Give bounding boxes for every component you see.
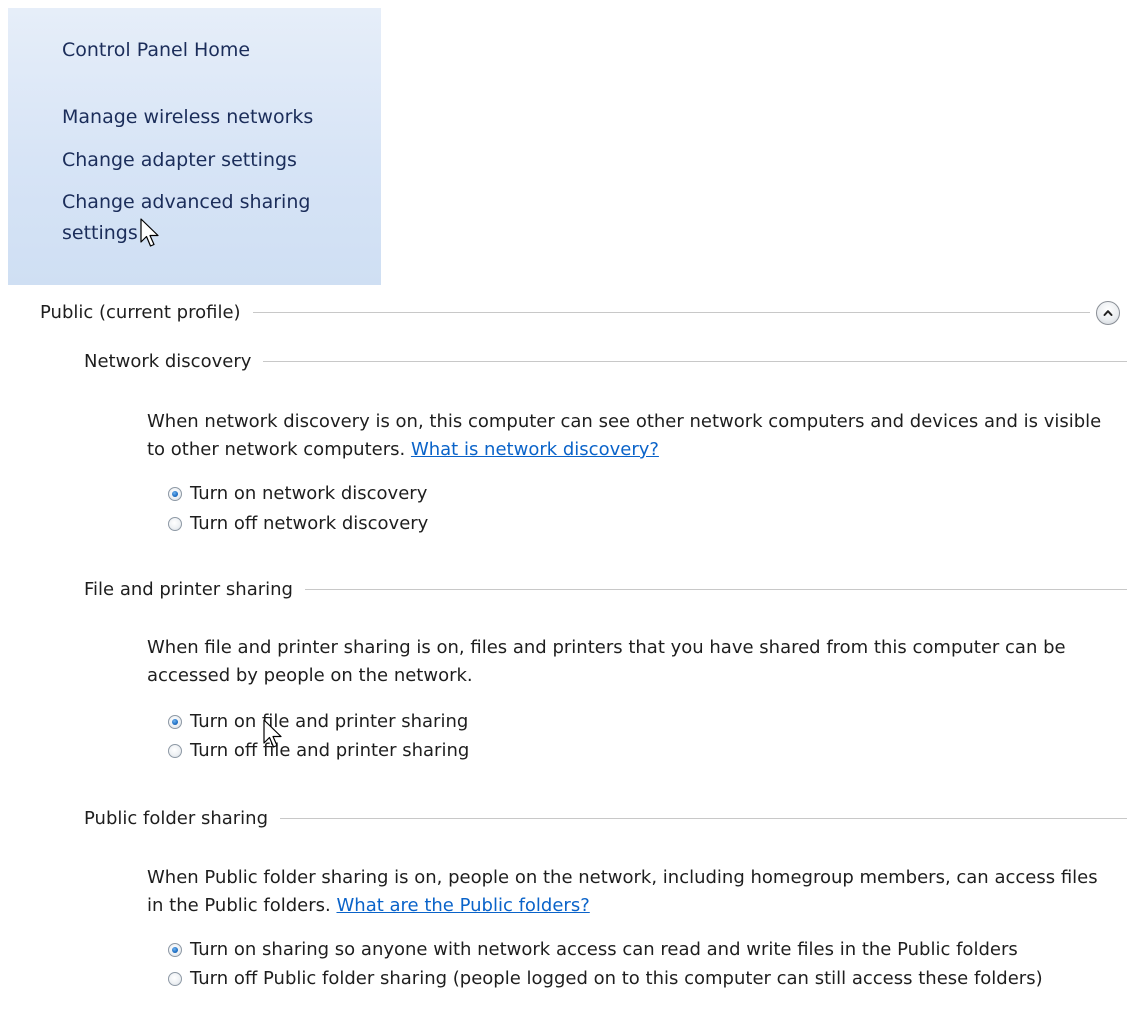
file-printer-sharing-header: File and printer sharing — [84, 575, 1127, 603]
description-text: When Public folder sharing is on, people… — [147, 867, 1098, 916]
section-divider — [263, 360, 1127, 362]
turn-on-network-discovery-radio[interactable]: Turn on network discovery — [168, 481, 1127, 507]
turn-on-public-folder-sharing-radio[interactable]: Turn on sharing so anyone with network a… — [168, 937, 1127, 963]
section-divider — [304, 588, 1127, 590]
what-are-public-folders-link[interactable]: What are the Public folders? — [336, 895, 589, 916]
section-title: Network discovery — [84, 350, 252, 372]
section-title: Public folder sharing — [84, 807, 269, 829]
profile-title: Public (current profile) — [40, 301, 241, 323]
what-is-network-discovery-link[interactable]: What is network discovery? — [411, 439, 659, 460]
radio-label: Turn on file and printer sharing — [190, 711, 469, 732]
collapse-profile-button[interactable] — [1096, 301, 1120, 325]
turn-on-file-printer-sharing-radio[interactable]: Turn on file and printer sharing — [168, 709, 1127, 735]
radio-label: Turn off network discovery — [190, 513, 429, 534]
chevron-up-icon — [1103, 310, 1113, 316]
radio-button-selected[interactable] — [168, 487, 182, 501]
mouse-pointer-icon — [140, 218, 159, 247]
radio-label: Turn off file and printer sharing — [190, 740, 470, 761]
file-printer-sharing-description: When file and printer sharing is on, fil… — [147, 634, 1107, 690]
radio-button[interactable] — [168, 972, 182, 986]
public-folder-sharing-description: When Public folder sharing is on, people… — [147, 864, 1107, 920]
turn-off-file-printer-sharing-radio[interactable]: Turn off file and printer sharing — [168, 738, 1127, 764]
description-text: When file and printer sharing is on, fil… — [147, 637, 1066, 686]
radio-label: Turn off Public folder sharing (people l… — [190, 968, 1043, 989]
public-profile-header: Public (current profile) — [40, 298, 1090, 326]
section-divider — [280, 817, 1127, 819]
radio-button-selected[interactable] — [168, 715, 182, 729]
mouse-pointer-icon — [263, 719, 282, 748]
radio-label: Turn on network discovery — [190, 483, 428, 504]
advanced-sharing-settings-page: Control Panel Home Manage wireless netwo… — [0, 0, 1127, 1024]
change-adapter-settings-link[interactable]: Change adapter settings — [62, 146, 297, 175]
turn-off-public-folder-sharing-radio[interactable]: Turn off Public folder sharing (people l… — [168, 966, 1127, 992]
public-folder-sharing-header: Public folder sharing — [84, 804, 1127, 832]
network-discovery-header: Network discovery — [84, 347, 1127, 375]
change-advanced-sharing-link[interactable]: Change advanced sharing — [62, 188, 310, 217]
header-divider — [252, 311, 1090, 313]
radio-button[interactable] — [168, 744, 182, 758]
radio-label: Turn on sharing so anyone with network a… — [190, 939, 1018, 960]
radio-button[interactable] — [168, 517, 182, 531]
network-discovery-description: When network discovery is on, this compu… — [147, 408, 1107, 464]
section-title: File and printer sharing — [84, 578, 293, 600]
navigation-pane: Control Panel Home Manage wireless netwo… — [8, 8, 381, 285]
radio-button-selected[interactable] — [168, 943, 182, 957]
manage-wireless-networks-link[interactable]: Manage wireless networks — [62, 103, 313, 132]
change-advanced-sharing-link-line2[interactable]: settings — [62, 219, 138, 248]
turn-off-network-discovery-radio[interactable]: Turn off network discovery — [168, 511, 1127, 537]
control-panel-home-link[interactable]: Control Panel Home — [62, 36, 250, 65]
